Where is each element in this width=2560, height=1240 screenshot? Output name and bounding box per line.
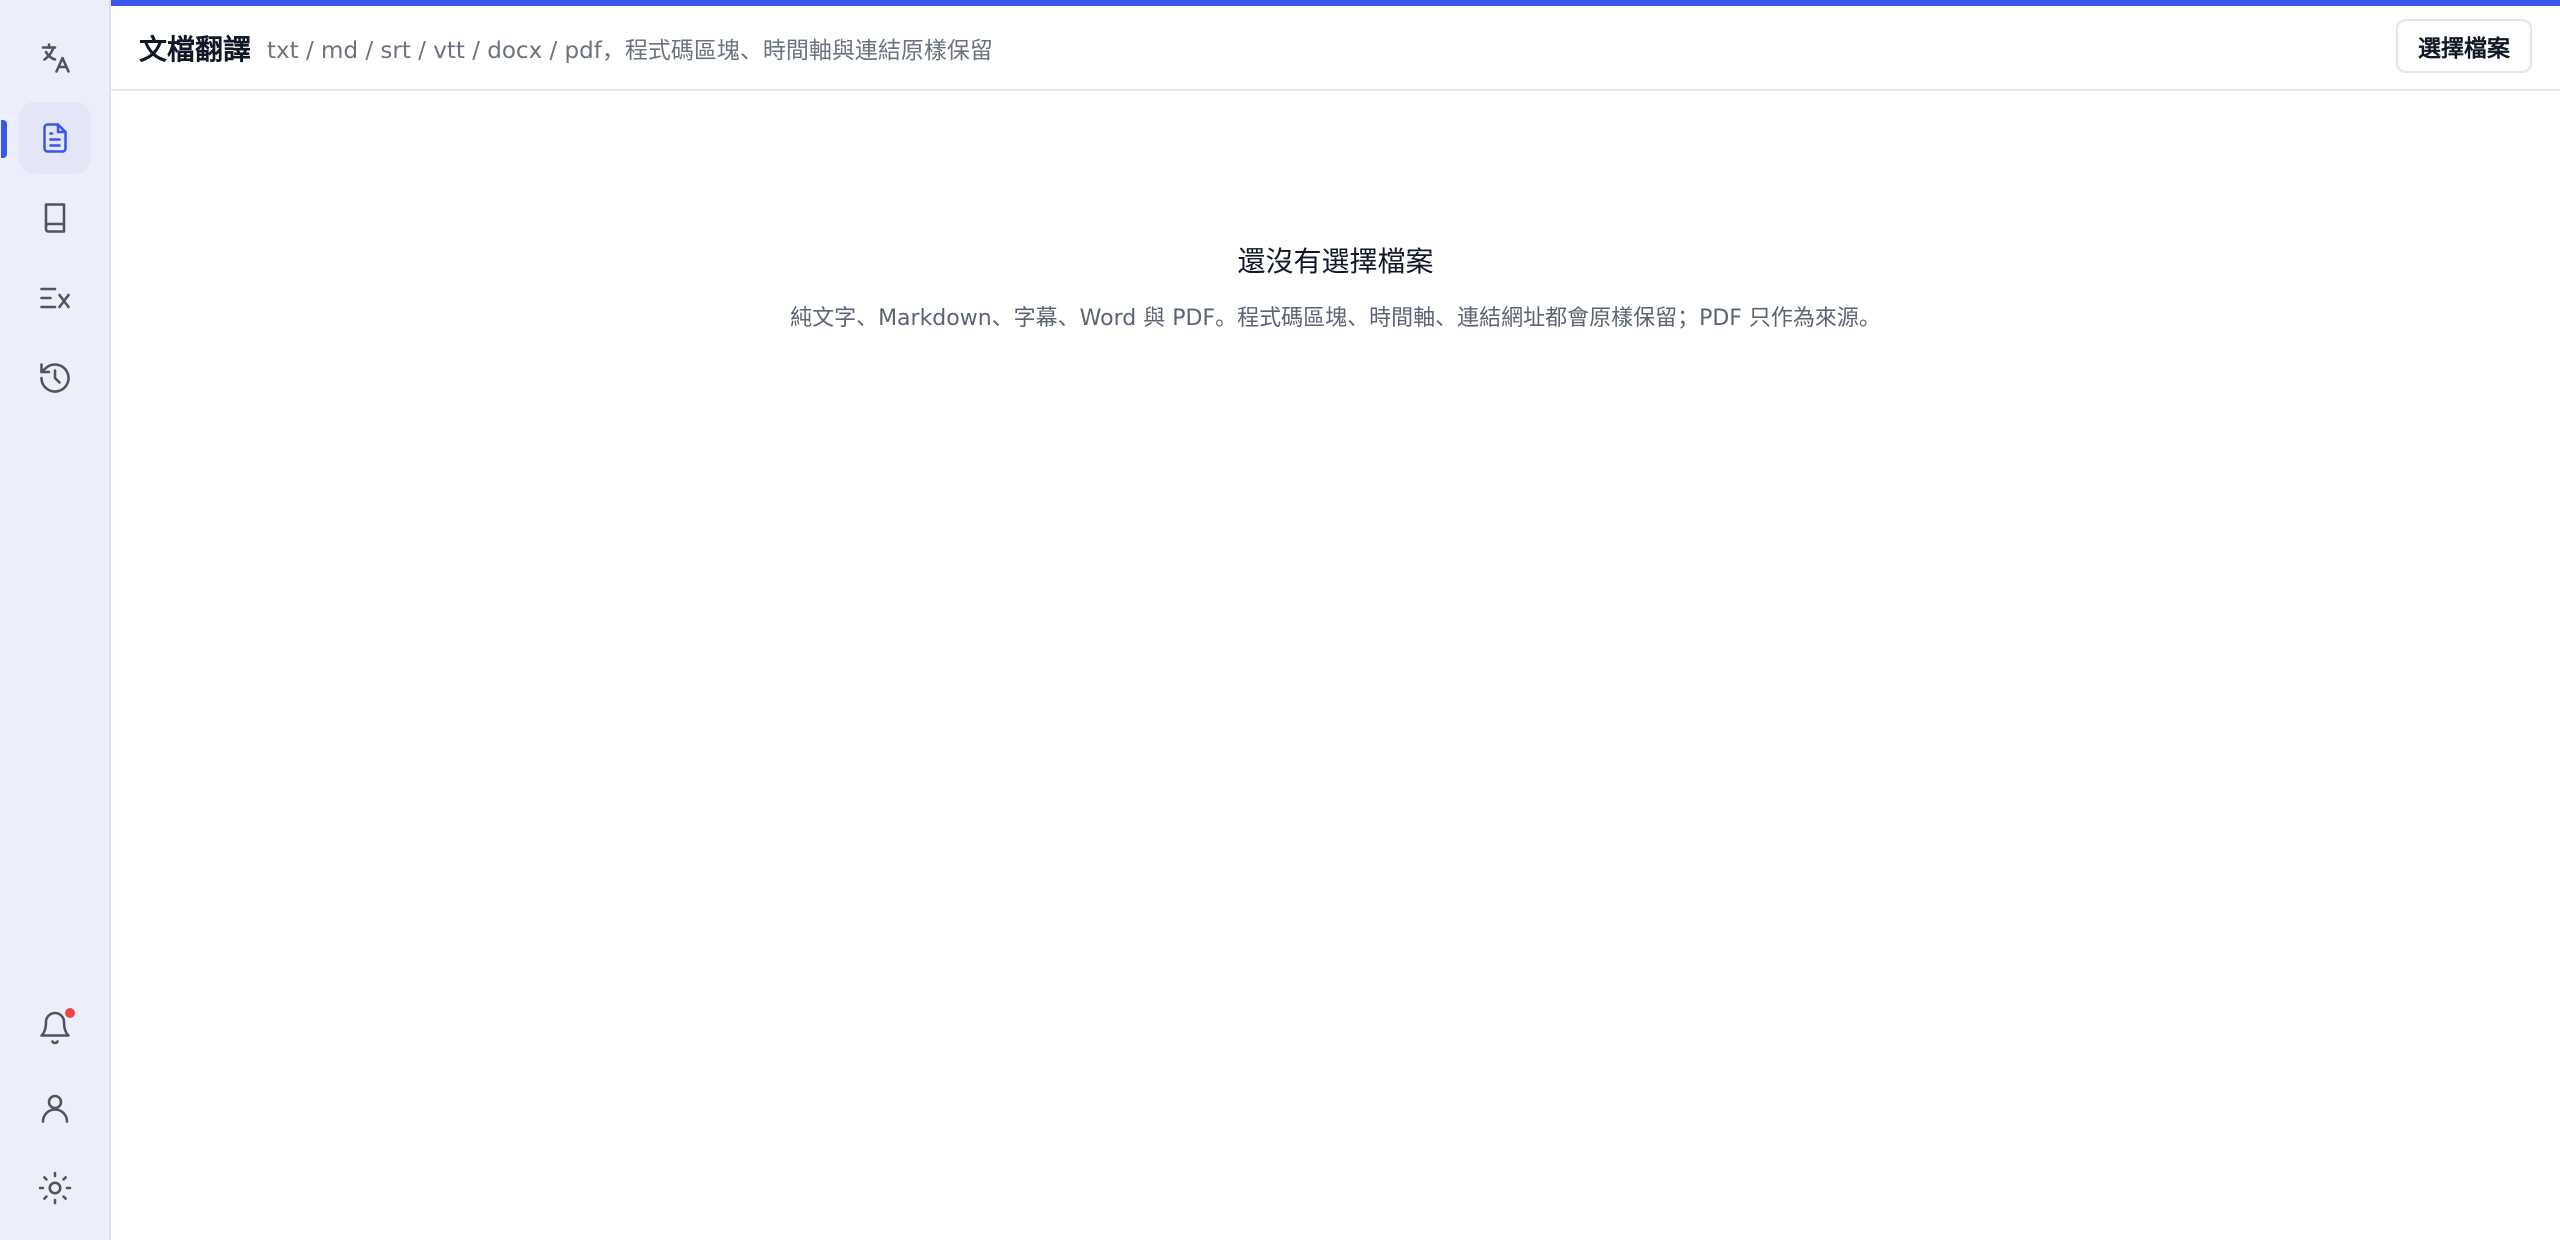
sidebar-item-theme[interactable] <box>19 1152 91 1224</box>
empty-state-description: 純文字、Markdown、字幕、Word 與 PDF。程式碼區塊、時間軸、連結網… <box>790 306 1881 331</box>
sidebar <box>0 0 111 1240</box>
notification-badge <box>62 1006 77 1020</box>
sun-icon <box>38 1171 71 1205</box>
app-window: 文檔翻譯 txt / md / srt / vtt / docx / pdf，程… <box>0 0 2560 1240</box>
sidebar-item-translate[interactable] <box>19 22 91 94</box>
sidebar-item-clear-format[interactable] <box>19 262 91 334</box>
page-subtitle: txt / md / srt / vtt / docx / pdf，程式碼區塊、… <box>267 37 993 64</box>
sidebar-nav-bottom <box>0 988 109 1228</box>
page-title: 文檔翻譯 <box>139 32 252 66</box>
history-icon <box>39 363 70 393</box>
sidebar-item-document[interactable] <box>0 102 91 174</box>
sidebar-item-account[interactable] <box>19 1072 91 1144</box>
active-indicator <box>0 120 7 158</box>
book-icon <box>44 203 65 233</box>
clear-format-icon <box>39 287 70 309</box>
user-icon <box>41 1094 68 1123</box>
empty-state-title: 還沒有選擇檔案 <box>1237 245 1434 278</box>
document-icon <box>42 123 67 153</box>
sidebar-item-history[interactable] <box>19 342 91 414</box>
empty-state: 還沒有選擇檔案 純文字、Markdown、字幕、Word 與 PDF。程式碼區塊… <box>111 240 2560 332</box>
sidebar-item-notifications[interactable] <box>19 992 91 1064</box>
main-content: 文檔翻譯 txt / md / srt / vtt / docx / pdf，程… <box>111 0 2560 1240</box>
sidebar-nav-top <box>0 18 109 418</box>
page-header: 文檔翻譯 txt / md / srt / vtt / docx / pdf，程… <box>111 6 2560 91</box>
sidebar-item-glossary[interactable] <box>19 182 91 254</box>
translate-icon <box>41 43 70 73</box>
choose-file-button[interactable]: 選擇檔案 <box>2396 19 2532 73</box>
